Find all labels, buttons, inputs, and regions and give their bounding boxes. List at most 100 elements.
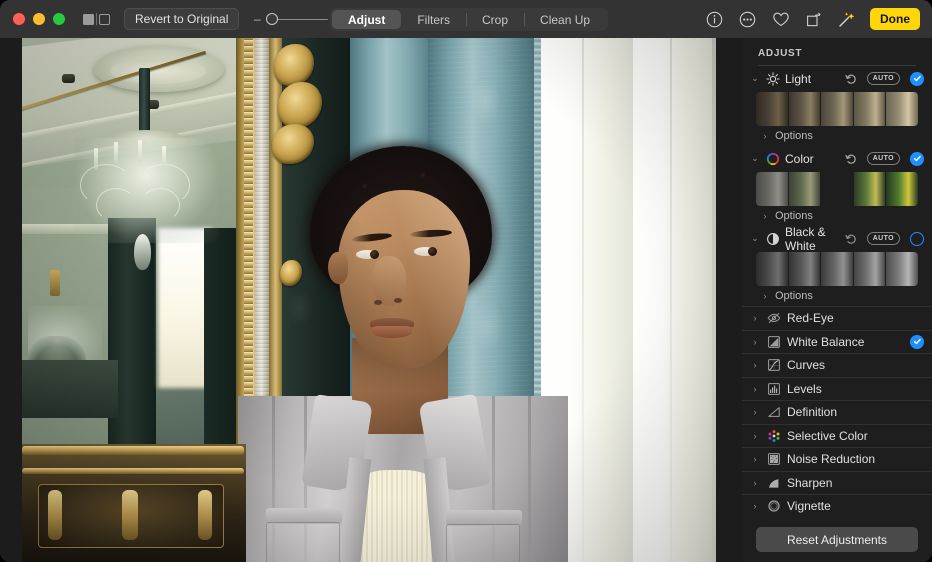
chevron-right-icon[interactable]: › bbox=[750, 478, 760, 488]
chevron-right-icon[interactable]: › bbox=[750, 454, 760, 464]
revert-icon-black-and-white[interactable] bbox=[844, 232, 858, 246]
cabinet-ornament-1 bbox=[48, 490, 62, 540]
chevron-right-icon[interactable]: › bbox=[750, 384, 760, 394]
revert-to-original-button[interactable]: Revert to Original bbox=[124, 8, 239, 30]
thumbnail-bw-2[interactable] bbox=[789, 252, 821, 286]
glassware bbox=[28, 306, 102, 366]
chevron-right-icon[interactable]: › bbox=[750, 431, 760, 441]
color-options-label: Options bbox=[775, 210, 813, 222]
toggle-color[interactable] bbox=[910, 152, 924, 166]
cabinet-trim bbox=[22, 468, 244, 474]
reset-adjustments-button[interactable]: Reset Adjustments bbox=[756, 527, 918, 552]
black-and-white-options-row[interactable]: › Options bbox=[742, 286, 932, 306]
minimize-button[interactable] bbox=[33, 13, 45, 25]
auto-button-black-and-white[interactable]: AUTO bbox=[867, 232, 900, 245]
window-controls[interactable] bbox=[13, 13, 65, 25]
edited-photo[interactable] bbox=[22, 38, 716, 562]
chevron-right-icon[interactable]: › bbox=[750, 501, 760, 511]
chevron-down-icon[interactable]: ⌄ bbox=[750, 153, 760, 164]
thumbnail-bw-1[interactable] bbox=[756, 252, 788, 286]
rotate-icon[interactable] bbox=[804, 10, 823, 29]
cabinet-ornament-2 bbox=[122, 490, 138, 540]
more-options-icon[interactable] bbox=[738, 10, 757, 29]
zoom-button[interactable] bbox=[53, 13, 65, 25]
group-light-label: Light bbox=[785, 72, 839, 86]
sidebar-item-definition[interactable]: › Definition bbox=[742, 400, 932, 424]
sidebar-item-vignette-label: Vignette bbox=[787, 499, 924, 513]
chevron-right-icon[interactable]: › bbox=[750, 337, 760, 347]
thumbnail-light-1[interactable] bbox=[756, 92, 788, 126]
sidebar-item-red-eye[interactable]: › Red-Eye bbox=[742, 306, 932, 330]
shirt-fold-4 bbox=[528, 396, 531, 562]
light-preview-strip[interactable] bbox=[756, 92, 918, 126]
group-black-and-white-label: Black & White bbox=[785, 225, 839, 253]
sidebar-item-noise-reduction[interactable]: › Noise Reduction bbox=[742, 447, 932, 471]
sidebar-item-curves[interactable]: › Curves bbox=[742, 353, 932, 377]
auto-button-color[interactable]: AUTO bbox=[867, 152, 900, 165]
thumbnail-color-3[interactable] bbox=[821, 172, 853, 206]
tab-crop[interactable]: Crop bbox=[466, 10, 524, 29]
sidebar-item-levels[interactable]: › Levels bbox=[742, 377, 932, 401]
chevron-right-icon[interactable]: › bbox=[760, 211, 770, 221]
sidebar-item-vignette[interactable]: › Vignette bbox=[742, 494, 932, 518]
auto-button-light[interactable]: AUTO bbox=[867, 72, 900, 85]
chevron-right-icon[interactable]: › bbox=[750, 407, 760, 417]
thumbnail-light-5[interactable] bbox=[886, 92, 918, 126]
chevron-right-icon[interactable]: › bbox=[760, 291, 770, 301]
side-table bbox=[22, 360, 118, 418]
group-black-and-white-header[interactable]: ⌄ Black & White AUTO bbox=[742, 226, 932, 251]
done-button[interactable]: Done bbox=[870, 8, 920, 30]
thumbnail-bw-3[interactable] bbox=[821, 252, 853, 286]
thumbnail-light-4[interactable] bbox=[854, 92, 886, 126]
shirt-pocket-right bbox=[446, 524, 520, 562]
thumbnail-bw-4[interactable] bbox=[854, 252, 886, 286]
info-icon[interactable] bbox=[705, 10, 724, 29]
sharpen-icon bbox=[766, 475, 781, 490]
chevron-right-icon[interactable]: › bbox=[750, 360, 760, 370]
split-view-icon[interactable] bbox=[83, 13, 110, 25]
sidebar-item-sharpen[interactable]: › Sharpen bbox=[742, 471, 932, 495]
sidebar-item-sharpen-label: Sharpen bbox=[787, 476, 924, 490]
sidebar-item-selective-color[interactable]: › Selective Color bbox=[742, 424, 932, 448]
tab-clean-up[interactable]: Clean Up bbox=[524, 10, 606, 29]
zoom-slider[interactable]: – + bbox=[253, 12, 341, 26]
toggle-black-and-white[interactable] bbox=[910, 232, 924, 246]
color-preview-strip[interactable] bbox=[756, 172, 918, 206]
thumbnail-color-4[interactable] bbox=[854, 172, 886, 206]
pupil-right bbox=[428, 247, 437, 256]
black-and-white-preview-strip[interactable] bbox=[756, 252, 918, 286]
sidebar-item-levels-label: Levels bbox=[787, 382, 924, 396]
toggle-light[interactable] bbox=[910, 72, 924, 86]
tab-adjust[interactable]: Adjust bbox=[332, 10, 401, 29]
light-options-row[interactable]: › Options bbox=[742, 126, 932, 146]
sidebar-title: ADJUST bbox=[742, 38, 932, 59]
group-light-header[interactable]: ⌄ Light AUTO bbox=[742, 66, 932, 91]
thumbnail-color-5[interactable] bbox=[886, 172, 918, 206]
thumbnail-bw-5[interactable] bbox=[886, 252, 918, 286]
close-button[interactable] bbox=[13, 13, 25, 25]
chevron-right-icon[interactable]: › bbox=[750, 313, 760, 323]
tab-filters[interactable]: Filters bbox=[401, 10, 466, 29]
thumbnail-color-2[interactable] bbox=[789, 172, 821, 206]
thumbnail-color-1[interactable] bbox=[756, 172, 788, 206]
group-color-header[interactable]: ⌄ Color AUTO bbox=[742, 146, 932, 171]
chevron-right-icon[interactable]: › bbox=[760, 131, 770, 141]
color-options-row[interactable]: › Options bbox=[742, 206, 932, 226]
magic-wand-icon[interactable] bbox=[837, 10, 856, 29]
thumbnail-light-2[interactable] bbox=[789, 92, 821, 126]
revert-icon-color[interactable] bbox=[844, 152, 858, 166]
favorite-heart-icon[interactable] bbox=[771, 10, 790, 29]
chevron-down-icon[interactable]: ⌄ bbox=[750, 233, 760, 244]
thumbnail-light-3[interactable] bbox=[821, 92, 853, 126]
zoom-slider-track[interactable] bbox=[266, 12, 328, 26]
chandelier-candle-1 bbox=[94, 148, 98, 170]
chevron-down-icon[interactable]: ⌄ bbox=[750, 73, 760, 84]
sheer-fold-3 bbox=[712, 38, 716, 562]
zoom-slider-knob[interactable] bbox=[266, 13, 278, 25]
sidebar-item-white-balance[interactable]: › White Balance bbox=[742, 330, 932, 354]
revert-icon-light[interactable] bbox=[844, 72, 858, 86]
noise-reduction-icon bbox=[766, 452, 781, 467]
zoom-out-label[interactable]: – bbox=[253, 13, 261, 25]
cabinet-top-molding bbox=[22, 446, 244, 455]
toggle-white-balance[interactable] bbox=[910, 335, 924, 349]
